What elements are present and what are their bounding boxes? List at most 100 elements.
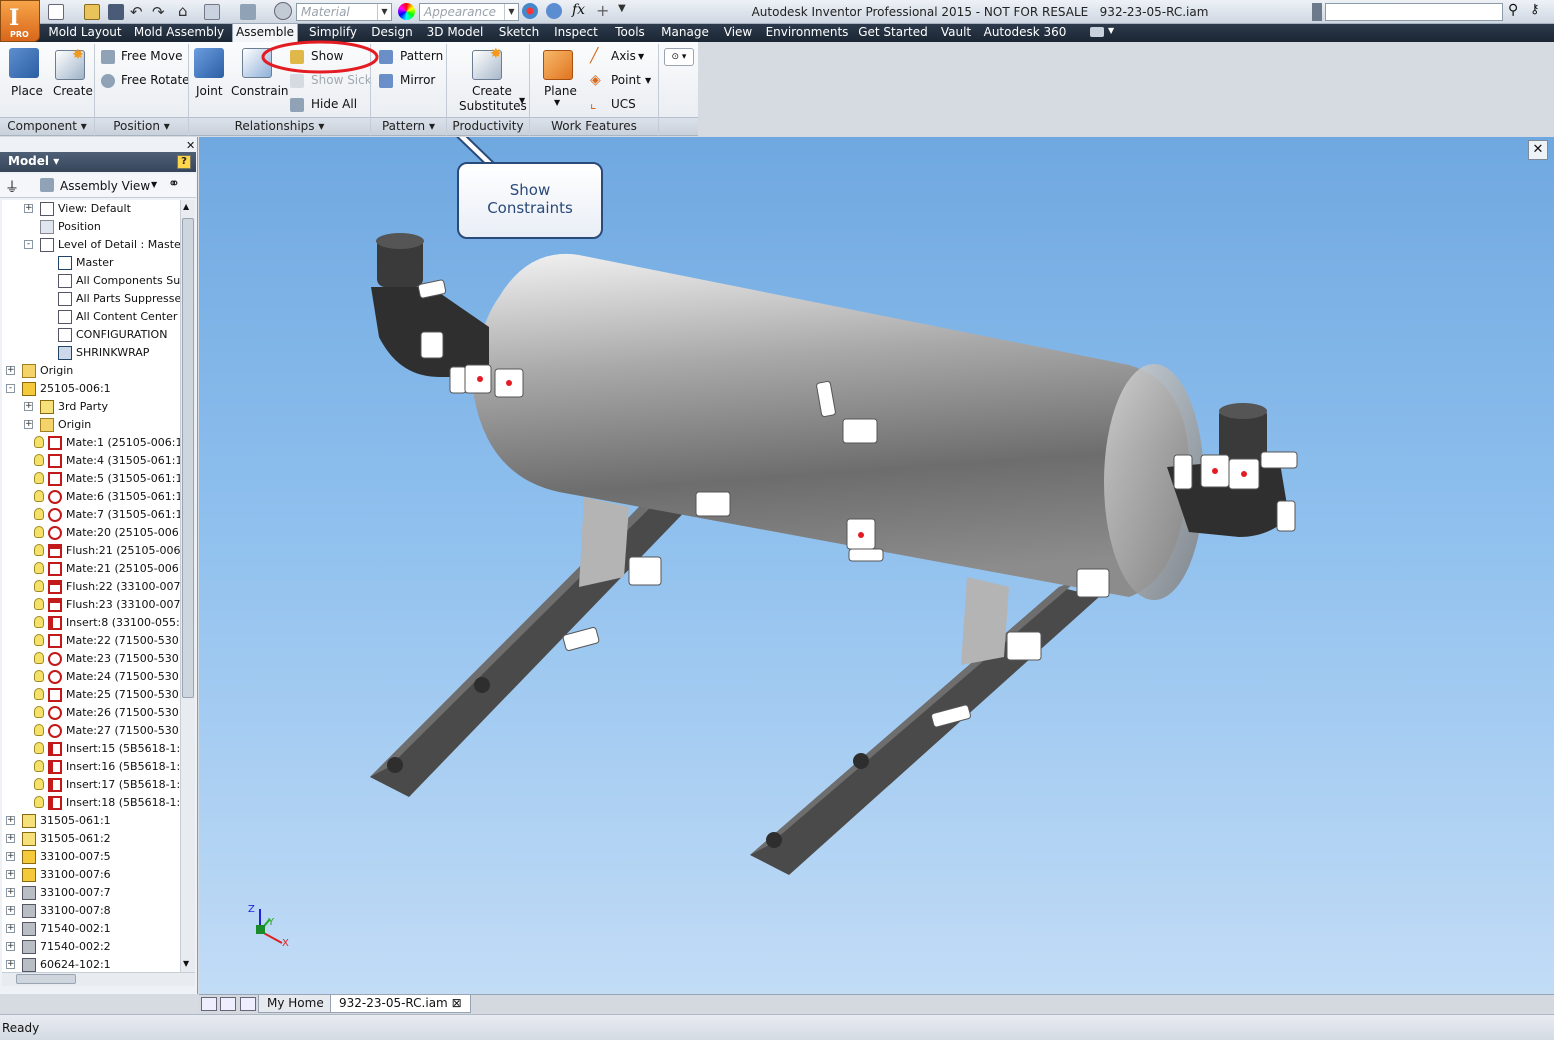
- browser-close-icon[interactable]: ✕: [186, 139, 195, 152]
- expand-icon[interactable]: +: [6, 816, 15, 825]
- pattern-button[interactable]: Pattern: [400, 49, 443, 63]
- open-icon[interactable]: [84, 4, 100, 20]
- axis-icon[interactable]: ╱: [590, 48, 598, 64]
- update-icon[interactable]: [204, 4, 220, 20]
- assembly-view-selector[interactable]: Assembly View: [60, 179, 150, 193]
- place-icon[interactable]: [9, 48, 39, 78]
- plane-button[interactable]: Plane: [544, 84, 577, 98]
- visibility-bulb-icon[interactable]: [34, 688, 44, 700]
- point-button[interactable]: Point: [611, 73, 641, 87]
- adjust-icon[interactable]: [546, 3, 562, 19]
- tab-manage[interactable]: Manage: [656, 24, 714, 42]
- tab-mold-layout[interactable]: Mold Layout: [44, 24, 126, 42]
- place-button[interactable]: Place: [11, 84, 43, 98]
- visibility-bulb-icon[interactable]: [34, 706, 44, 718]
- visibility-bulb-icon[interactable]: [34, 670, 44, 682]
- visibility-bulb-icon[interactable]: [34, 598, 44, 610]
- joint-button[interactable]: Joint: [196, 84, 223, 98]
- tab-get-started[interactable]: Get Started: [856, 24, 930, 42]
- chevron-down-icon[interactable]: ▼: [519, 96, 525, 105]
- visibility-bulb-icon[interactable]: [34, 562, 44, 574]
- search-icon[interactable]: ⚲: [1508, 2, 1518, 18]
- ribbon-options-dropdown[interactable]: ⊙ ▾: [664, 48, 694, 66]
- hide-all-button[interactable]: Hide All: [311, 97, 357, 111]
- expand-icon[interactable]: +: [6, 870, 15, 879]
- browser-horizontal-scrollbar[interactable]: [2, 972, 195, 986]
- scroll-thumb[interactable]: [182, 218, 194, 698]
- application-menu-button[interactable]: I PRO: [0, 0, 40, 42]
- tab-vault[interactable]: Vault: [934, 24, 978, 42]
- create-button[interactable]: Create: [53, 84, 93, 98]
- expand-icon[interactable]: +: [24, 402, 33, 411]
- expand-icon[interactable]: +: [6, 960, 15, 969]
- filter-icon[interactable]: ⏚: [5, 177, 19, 197]
- tile-windows-icon[interactable]: [201, 997, 217, 1011]
- chevron-down-icon[interactable]: ▼: [645, 76, 651, 85]
- expand-icon[interactable]: +: [6, 888, 15, 897]
- redo-icon[interactable]: ↷: [152, 3, 165, 21]
- appearance-combo[interactable]: Appearance ▼: [419, 3, 519, 21]
- tab-inspect[interactable]: Inspect: [548, 24, 604, 42]
- visibility-bulb-icon[interactable]: [34, 472, 44, 484]
- tab-view[interactable]: View: [718, 24, 758, 42]
- window-list-icon[interactable]: [240, 997, 256, 1011]
- visibility-bulb-icon[interactable]: [34, 652, 44, 664]
- position-panel-footer[interactable]: Position ▾: [95, 117, 188, 135]
- viewport-close-icon[interactable]: ✕: [1528, 140, 1548, 160]
- expand-icon[interactable]: +: [24, 204, 33, 213]
- tab-sketch[interactable]: Sketch: [494, 24, 544, 42]
- help-icon[interactable]: ?: [177, 155, 191, 169]
- expand-icon[interactable]: +: [24, 420, 33, 429]
- pattern-panel-footer[interactable]: Pattern ▾: [371, 117, 446, 135]
- scroll-thumb[interactable]: [16, 974, 76, 984]
- joint-icon[interactable]: [194, 48, 224, 78]
- visibility-bulb-icon[interactable]: [34, 580, 44, 592]
- free-rotate-icon[interactable]: [101, 74, 115, 88]
- expand-icon[interactable]: +: [6, 906, 15, 915]
- hide-all-icon[interactable]: [290, 98, 304, 112]
- tab-close-icon[interactable]: ⊠: [452, 996, 462, 1010]
- mirror-icon[interactable]: [379, 74, 393, 88]
- parameters-icon[interactable]: fx: [572, 2, 585, 18]
- expand-icon[interactable]: +: [6, 366, 15, 375]
- chevron-down-icon[interactable]: ▼: [638, 52, 644, 61]
- tab-my-home[interactable]: My Home: [258, 995, 333, 1013]
- visibility-bulb-icon[interactable]: [34, 742, 44, 754]
- ucs-icon[interactable]: ⌞: [590, 96, 597, 112]
- material-combo[interactable]: Material ▼: [296, 3, 392, 21]
- visibility-bulb-icon[interactable]: [34, 490, 44, 502]
- clear-appearance-icon[interactable]: [522, 3, 538, 19]
- visibility-bulb-icon[interactable]: [34, 544, 44, 556]
- visibility-bulb-icon[interactable]: [34, 454, 44, 466]
- visibility-bulb-icon[interactable]: [34, 796, 44, 808]
- visibility-bulb-icon[interactable]: [34, 724, 44, 736]
- expand-icon[interactable]: +: [6, 942, 15, 951]
- create-substitutes-button[interactable]: Create: [472, 84, 512, 98]
- home-icon[interactable]: ⌂: [178, 2, 188, 20]
- point-icon[interactable]: ◈: [590, 72, 601, 88]
- visibility-bulb-icon[interactable]: [34, 778, 44, 790]
- expand-icon[interactable]: +: [6, 834, 15, 843]
- new-icon[interactable]: [48, 4, 64, 20]
- constrain-button[interactable]: Constrain: [231, 84, 289, 98]
- chevron-down-icon[interactable]: ▼: [1108, 26, 1114, 35]
- tab-autodesk-360[interactable]: Autodesk 360: [982, 24, 1068, 42]
- visibility-bulb-icon[interactable]: [34, 616, 44, 628]
- find-icon[interactable]: ⚭: [168, 176, 180, 192]
- tab-document[interactable]: 932-23-05-RC.iam ⊠: [330, 995, 471, 1013]
- tab-mold-assembly[interactable]: Mold Assembly: [130, 24, 228, 42]
- select-icon[interactable]: [240, 4, 256, 20]
- visibility-bulb-icon[interactable]: [34, 526, 44, 538]
- visibility-bulb-icon[interactable]: [34, 508, 44, 520]
- search-input[interactable]: [1325, 3, 1503, 21]
- mirror-button[interactable]: Mirror: [400, 73, 435, 87]
- free-rotate-button[interactable]: Free Rotate: [121, 73, 190, 87]
- ribbon-minimize-icon[interactable]: [1090, 27, 1104, 37]
- visibility-bulb-icon[interactable]: [34, 436, 44, 448]
- tab-tools[interactable]: Tools: [608, 24, 652, 42]
- tab-3d-model[interactable]: 3D Model: [420, 24, 490, 42]
- relationships-panel-footer[interactable]: Relationships ▾: [189, 117, 370, 135]
- component-panel-footer[interactable]: Component ▾: [0, 117, 94, 135]
- key-icon[interactable]: ⚷: [1530, 2, 1540, 17]
- ucs-button[interactable]: UCS: [611, 97, 636, 111]
